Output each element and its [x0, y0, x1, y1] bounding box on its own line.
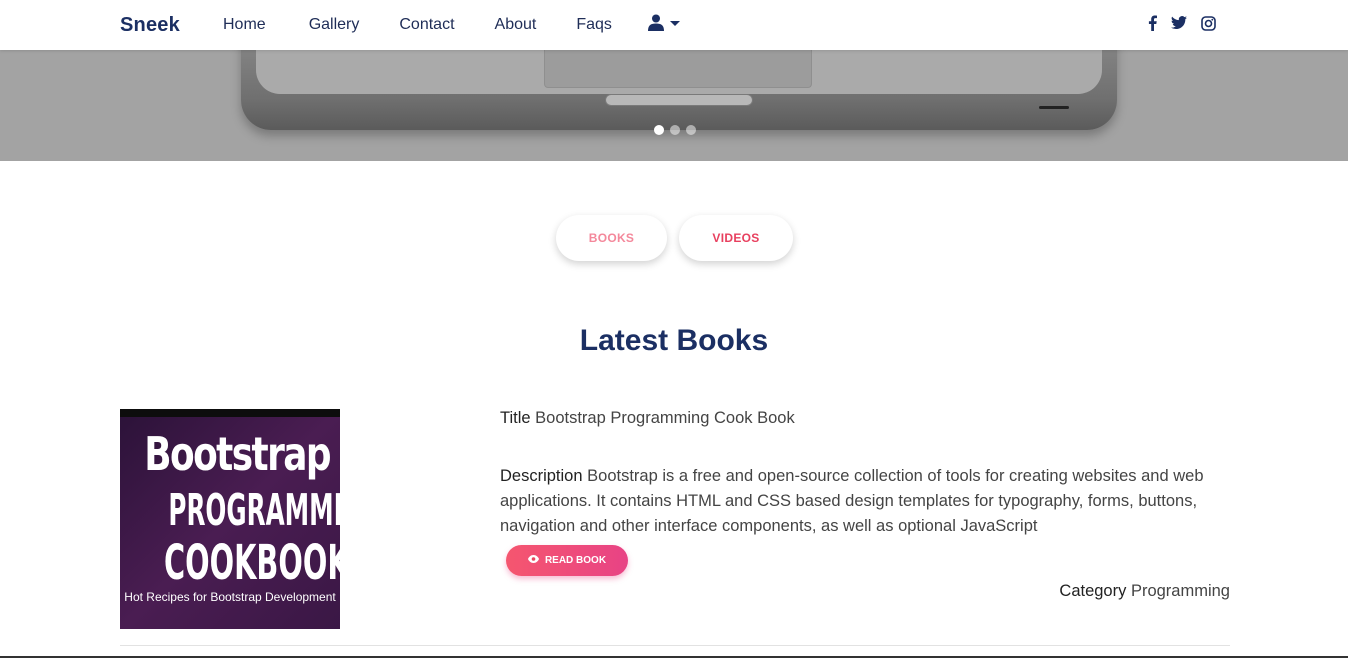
cover-title-line3: COOKBOOK [164, 535, 340, 591]
chevron-down-icon [670, 21, 680, 26]
brand-logo[interactable]: Sneek [120, 14, 180, 37]
book-cover-image[interactable]: Bootstrap PROGRAMMING COOKBOOK Hot Recip… [120, 409, 340, 629]
cover-top-bar [120, 409, 340, 417]
cover-title-line1: Bootstrap [144, 427, 331, 481]
instagram-icon[interactable] [1201, 15, 1216, 36]
carousel-indicator-2[interactable] [670, 125, 680, 135]
book-description: Bootstrap is a free and open-source coll… [500, 467, 1204, 535]
laptop-led [1039, 106, 1069, 109]
read-book-button[interactable]: READ BOOK [506, 545, 628, 576]
cover-subtitle: Hot Recipes for Bootstrap Development [124, 590, 336, 604]
social-links [1148, 15, 1216, 36]
nav-link-gallery[interactable]: Gallery [309, 16, 360, 34]
user-dropdown[interactable] [648, 14, 680, 31]
book-title: Bootstrap Programming Cook Book [535, 409, 795, 427]
cover-title-line2: PROGRAMMING [168, 485, 340, 536]
carousel-indicator-3[interactable] [686, 125, 696, 135]
book-title-row: Title Bootstrap Programming Cook Book [500, 409, 795, 428]
carousel-indicator-1[interactable] [654, 125, 664, 135]
section-title: Latest Books [579, 324, 769, 357]
read-book-label: READ BOOK [544, 555, 607, 566]
nav-link-about[interactable]: About [495, 16, 537, 34]
twitter-icon[interactable] [1171, 16, 1187, 35]
carousel-indicators [654, 125, 696, 135]
book-category-row: Category Programming [900, 582, 1230, 601]
navbar: Sneek Home Gallery Contact About Faqs [0, 0, 1348, 50]
book-description-row: Description Bootstrap is a free and open… [500, 464, 1230, 539]
book-category: Programming [1130, 582, 1230, 600]
user-icon [648, 14, 664, 31]
item-divider [120, 645, 1230, 646]
facebook-icon[interactable] [1148, 15, 1157, 36]
book-description-label: Description [500, 467, 583, 485]
books-tab-button[interactable]: BOOKS [556, 215, 667, 261]
book-category-label: Category [1059, 582, 1127, 600]
book-title-label: Title [500, 409, 531, 427]
eye-icon [527, 555, 539, 566]
nav-links: Home Gallery Contact About Faqs [223, 16, 652, 34]
videos-tab-button[interactable]: VIDEOS [679, 215, 793, 261]
nav-link-contact[interactable]: Contact [399, 16, 454, 34]
nav-link-faqs[interactable]: Faqs [576, 16, 612, 34]
nav-link-home[interactable]: Home [223, 16, 266, 34]
laptop-notch [605, 94, 753, 106]
